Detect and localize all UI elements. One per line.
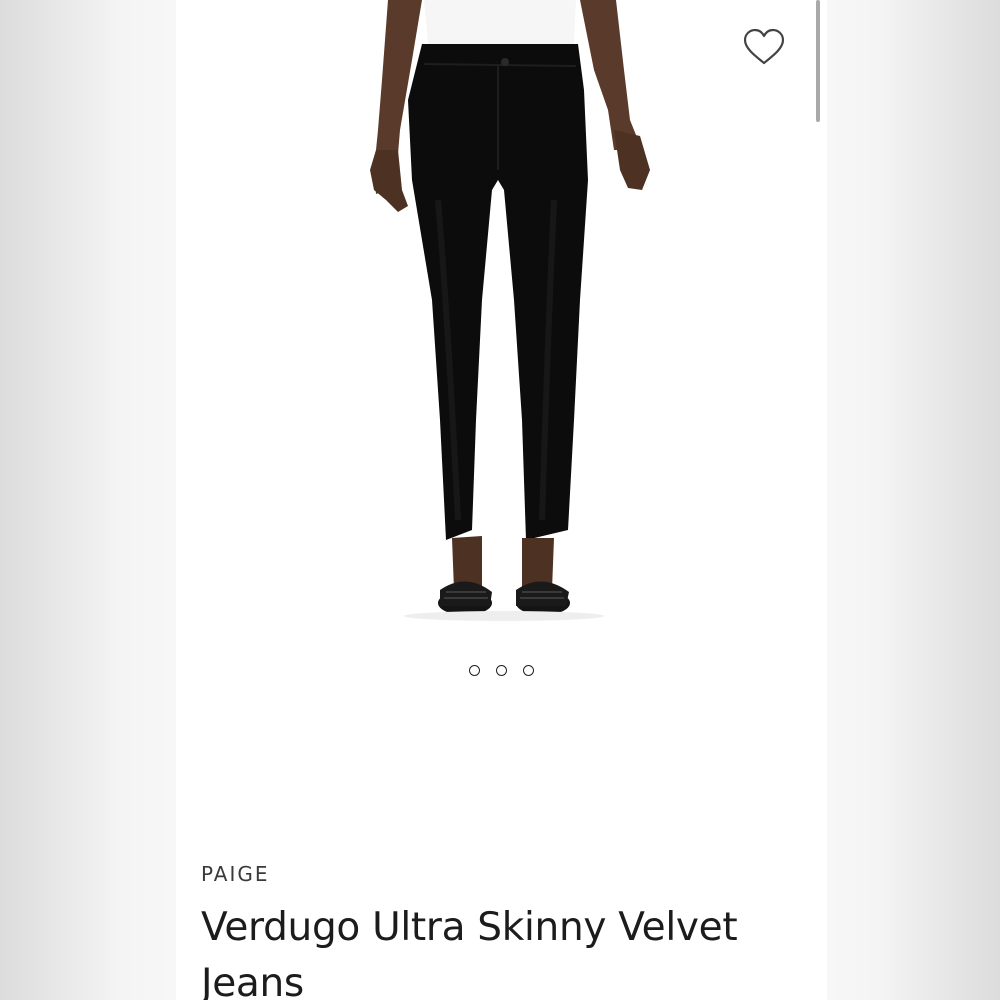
product-image[interactable] bbox=[176, 0, 827, 640]
carousel-dot-1[interactable] bbox=[469, 665, 480, 676]
favorite-heart-icon[interactable] bbox=[742, 28, 786, 68]
product-page: PAIGE Verdugo Ultra Skinny Velvet Jeans bbox=[176, 0, 827, 1000]
scrollbar[interactable] bbox=[816, 0, 820, 122]
brand-name[interactable]: PAIGE bbox=[201, 862, 270, 886]
product-title: Verdugo Ultra Skinny Velvet Jeans bbox=[201, 905, 738, 1000]
carousel-dot-2[interactable] bbox=[496, 665, 507, 676]
carousel-dots bbox=[176, 665, 827, 676]
carousel-dot-3[interactable] bbox=[523, 665, 534, 676]
